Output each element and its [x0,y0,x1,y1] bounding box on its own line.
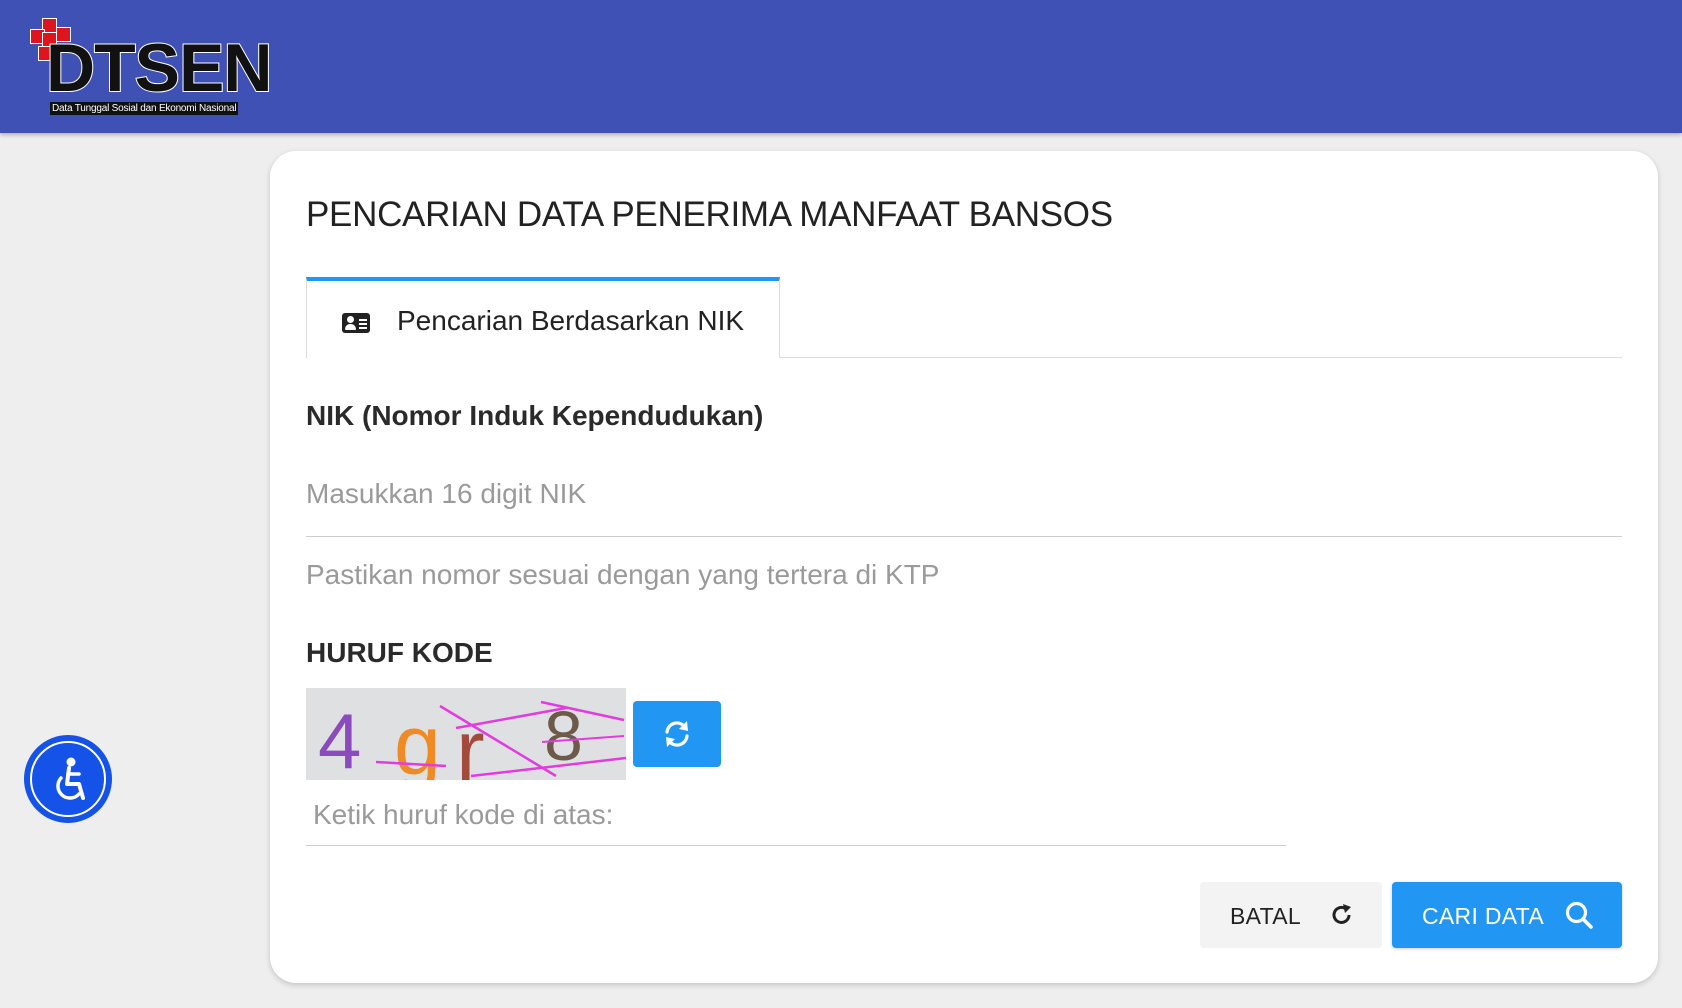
dtsen-logo[interactable]: DTSEN Data Tunggal Sosial dan Ekonomi Na… [30,18,273,118]
logo-subtitle: Data Tunggal Sosial dan Ekonomi Nasional [50,102,239,115]
search-icon [1565,901,1593,929]
captcha-char: g [394,698,441,780]
captcha-image: 4 g r 8 [306,688,626,780]
captcha-char: 4 [318,697,361,780]
nik-input[interactable] [306,451,1622,537]
search-button[interactable]: CARI DATA [1392,882,1622,948]
page-title: PENCARIAN DATA PENERIMA MANFAAT BANSOS [306,195,1113,234]
captcha-input[interactable] [306,784,1286,846]
redo-icon [1332,904,1351,924]
accessibility-icon [56,757,85,800]
logo-text: DTSEN [45,30,273,106]
id-card-icon [342,313,370,333]
cancel-label: BATAL [1230,903,1301,929]
accessibility-widget-button[interactable] [24,735,112,823]
cancel-button[interactable]: BATAL [1200,882,1382,948]
captcha-label: HURUF KODE [306,637,493,668]
tab-label: Pencarian Berdasarkan NIK [397,305,745,336]
nik-label: NIK (Nomor Induk Kependudukan) [306,400,764,431]
captcha-char: r [456,703,485,780]
tab-nik-search[interactable]: Pencarian Berdasarkan NIK [306,277,780,358]
app-header: DTSEN Data Tunggal Sosial dan Ekonomi Na… [0,0,1682,133]
nik-hint: Pastikan nomor sesuai dengan yang terter… [306,559,940,590]
captcha-refresh-button[interactable] [633,701,721,767]
refresh-icon [665,721,689,747]
search-label: CARI DATA [1422,903,1544,929]
search-card: PENCARIAN DATA PENERIMA MANFAAT BANSOS P… [270,151,1658,983]
